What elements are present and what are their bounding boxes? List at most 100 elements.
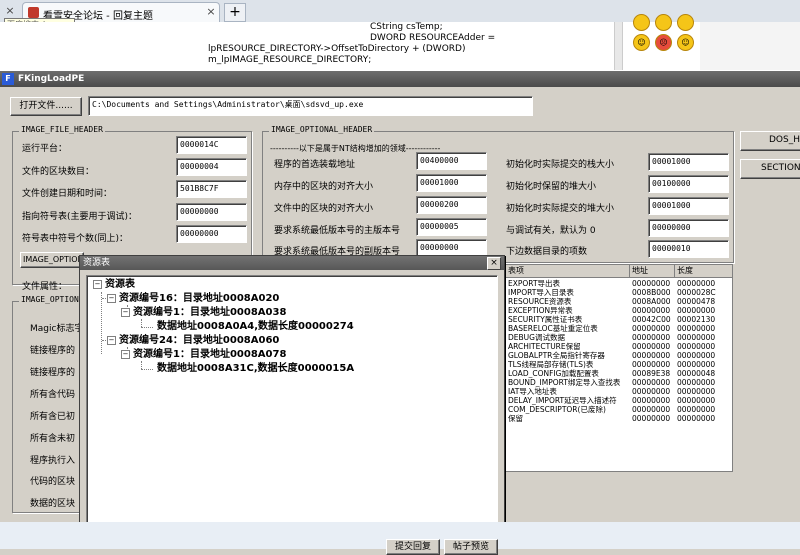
major-os-version-field[interactable]: 00000005 — [416, 218, 487, 236]
table-row[interactable]: EXCEPTION异常表 00000000 00000000 — [506, 306, 732, 315]
loader-flags-field[interactable]: 00000000 — [648, 219, 729, 237]
field-label: 下边数据目录的项数 — [506, 247, 588, 257]
tree-connector — [141, 319, 142, 327]
stack-commit-field[interactable]: 00001000 — [648, 153, 729, 171]
table-cell-size: 00000000 — [677, 342, 716, 351]
table-cell-name: GLOBALPTR全局指针寄存器 — [508, 351, 605, 360]
collapse-icon[interactable]: − — [121, 349, 130, 359]
tree-node[interactable]: − 资源编号1：目录地址0008A038 — [121, 306, 286, 320]
table-cell-size: 00000048 — [677, 369, 716, 378]
field-label: 初始化时保留的堆大小 — [506, 182, 597, 192]
optional-header-title-2: IMAGE_OPTION — [19, 295, 81, 304]
tree-node[interactable]: − 资源编号24：目录地址0008A060 — [107, 334, 279, 348]
section-alignment-field[interactable]: 00001000 — [416, 174, 487, 192]
table-row[interactable]: DEBUG调试数据 00000000 00000000 — [506, 333, 732, 342]
field-label: 链接程序的 — [30, 368, 76, 378]
file-path-field[interactable]: C:\Documents and Settings\Administrator\… — [88, 96, 533, 116]
table-row[interactable]: BASERELOC基址重定位表 00000000 00000000 — [506, 324, 732, 333]
code-line: lpRESOURCE_DIRECTORY->OffsetToDirectory … — [208, 44, 466, 54]
close-tab-icon[interactable]: × — [4, 5, 16, 17]
table-row[interactable]: LOAD_CONFIG加载配置表 00089E38 00000048 — [506, 369, 732, 378]
tree-connector — [101, 292, 102, 354]
collapse-icon[interactable]: − — [107, 335, 116, 345]
column-header[interactable]: 表项 — [506, 265, 630, 278]
table-row[interactable]: IMPORT导入目录表 0008B000 0000028C — [506, 288, 732, 297]
preview-post-button[interactable]: 帖子预览 — [444, 539, 498, 555]
collapse-icon[interactable]: − — [121, 307, 130, 317]
wink-emoticon-icon[interactable] — [677, 14, 694, 31]
heap-reserve-field[interactable]: 00100000 — [648, 175, 729, 193]
tongue-emoticon-icon[interactable]: ☺ — [677, 34, 694, 51]
collapse-icon[interactable]: − — [93, 279, 102, 289]
table-row[interactable]: ARCHITECTURE保留 00000000 00000000 — [506, 342, 732, 351]
table-row[interactable]: BOUND_IMPORT绑定导入查找表 00000000 00000000 — [506, 378, 732, 387]
section-count-field[interactable]: 00000004 — [176, 158, 247, 176]
tree-node[interactable]: − 资源编号1：目录地址0008A078 — [121, 348, 286, 362]
table-cell-size: 00000000 — [677, 324, 716, 333]
timestamp-field[interactable]: 501B8C7F — [176, 180, 247, 198]
tree-node-leaf[interactable]: 数据地址0008A0A4,数据长度00000274 — [157, 320, 354, 334]
tree-node[interactable]: − 资源编号16：目录地址0008A020 — [107, 292, 279, 306]
field-label: 内存中的区块的对齐大小 — [274, 182, 374, 192]
table-row[interactable]: DELAY_IMPORT延迟导入描述符 00000000 00000000 — [506, 396, 732, 405]
open-file-button[interactable]: 打开文件...... — [10, 97, 82, 116]
field-label: 指向符号表(主要用于调试)： — [22, 212, 138, 222]
symbol-table-field[interactable]: 00000000 — [176, 203, 247, 221]
field-label: 文件创建日期和时间： — [22, 189, 113, 199]
webpage-right-area — [700, 22, 800, 70]
resource-dialog: 资源表 × − 资源表 − 资源编号16：目录地址0008A020 − 资源编号1：目… — [79, 255, 505, 543]
symbol-count-field[interactable]: 00000000 — [176, 225, 247, 243]
table-cell-address: 00000000 — [632, 405, 671, 414]
table-row[interactable]: IAT导入地址表 00000000 00000000 — [506, 387, 732, 396]
close-icon[interactable]: × — [487, 257, 501, 270]
new-tab-button[interactable]: + — [224, 3, 246, 22]
table-cell-size: 0000028C — [677, 288, 716, 297]
table-row[interactable]: GLOBALPTR全局指针寄存器 00000000 00000000 — [506, 351, 732, 360]
optional-header-button[interactable]: IMAGE_OPTION — [20, 252, 84, 268]
table-cell-name: ARCHITECTURE保留 — [508, 342, 581, 351]
emoticon-panel: ☺ ☹ ☺ — [622, 14, 701, 70]
field-label: 链接程序的 — [30, 346, 76, 356]
table-cell-address: 0008B000 — [632, 288, 671, 297]
heap-commit-field[interactable]: 00001000 — [648, 197, 729, 215]
table-cell-address: 0008A000 — [632, 297, 671, 306]
smile-emoticon-icon[interactable]: ☺ — [633, 34, 650, 51]
table-row[interactable]: RESOURCE资源表 0008A000 00000478 — [506, 297, 732, 306]
file-alignment-field[interactable]: 00000200 — [416, 196, 487, 214]
tree-node-label: 资源编号1：目录地址0008A078 — [133, 349, 287, 360]
image-base-field[interactable]: 00400000 — [416, 152, 487, 170]
field-label: 要求系统最低版本号的主版本号 — [274, 226, 401, 236]
field-label: 运行平台： — [22, 144, 68, 154]
resource-tree[interactable]: − 资源表 − 资源编号16：目录地址0008A020 − 资源编号1：目录地址000… — [86, 275, 498, 539]
tree-connector — [141, 327, 153, 328]
file-header-title: IMAGE_FILE_HEADER — [19, 125, 105, 134]
dos-header-button[interactable]: DOS_HEA — [740, 131, 800, 151]
table-row[interactable]: COM_DESCRIPTOR(已废除) 00000000 00000000 — [506, 405, 732, 414]
table-cell-name: DELAY_IMPORT延迟导入描述符 — [508, 396, 617, 405]
table-row[interactable]: EXPORT导出表 00000000 00000000 — [506, 279, 732, 288]
grin-emoticon-icon[interactable] — [655, 14, 672, 31]
angry-emoticon-icon[interactable]: ☹ — [655, 34, 672, 51]
close-tab-icon[interactable]: × — [205, 6, 217, 18]
table-cell-size: 00000000 — [677, 414, 716, 423]
rva-sizes-count-field[interactable]: 00000010 — [648, 240, 729, 258]
column-header[interactable]: 长度 — [675, 265, 733, 278]
table-cell-name: EXPORT导出表 — [508, 279, 561, 288]
table-row[interactable]: 保留 00000000 00000000 — [506, 414, 732, 423]
table-cell-size: 00000000 — [677, 351, 716, 360]
table-row[interactable]: TLS线程局部存储(TLS)表 00000000 00000000 — [506, 360, 732, 369]
section-header-button[interactable]: SECTION_ — [740, 159, 800, 179]
machine-field[interactable]: 0000014C — [176, 136, 247, 154]
smile-emoticon-icon[interactable] — [633, 14, 650, 31]
submit-reply-button[interactable]: 提交回复 — [386, 539, 440, 555]
site-favicon-icon — [28, 7, 39, 18]
table-cell-name: DEBUG调试数据 — [508, 333, 565, 342]
tree-node-root[interactable]: − 资源表 — [93, 278, 135, 292]
collapse-icon[interactable]: − — [107, 293, 116, 303]
table-cell-address: 00000000 — [632, 324, 671, 333]
field-label: 初始化时实际提交的堆大小 — [506, 204, 615, 214]
column-header[interactable]: 地址 — [630, 265, 675, 278]
post-code-editor[interactable]: CString csTemp; DWORD RESOURCEAdder = lp… — [208, 22, 614, 70]
tree-node-leaf[interactable]: 数据地址0008A31C,数据长度0000015A — [157, 362, 354, 376]
table-row[interactable]: SECURITY属性证书表 00042C00 00002130 — [506, 315, 732, 324]
